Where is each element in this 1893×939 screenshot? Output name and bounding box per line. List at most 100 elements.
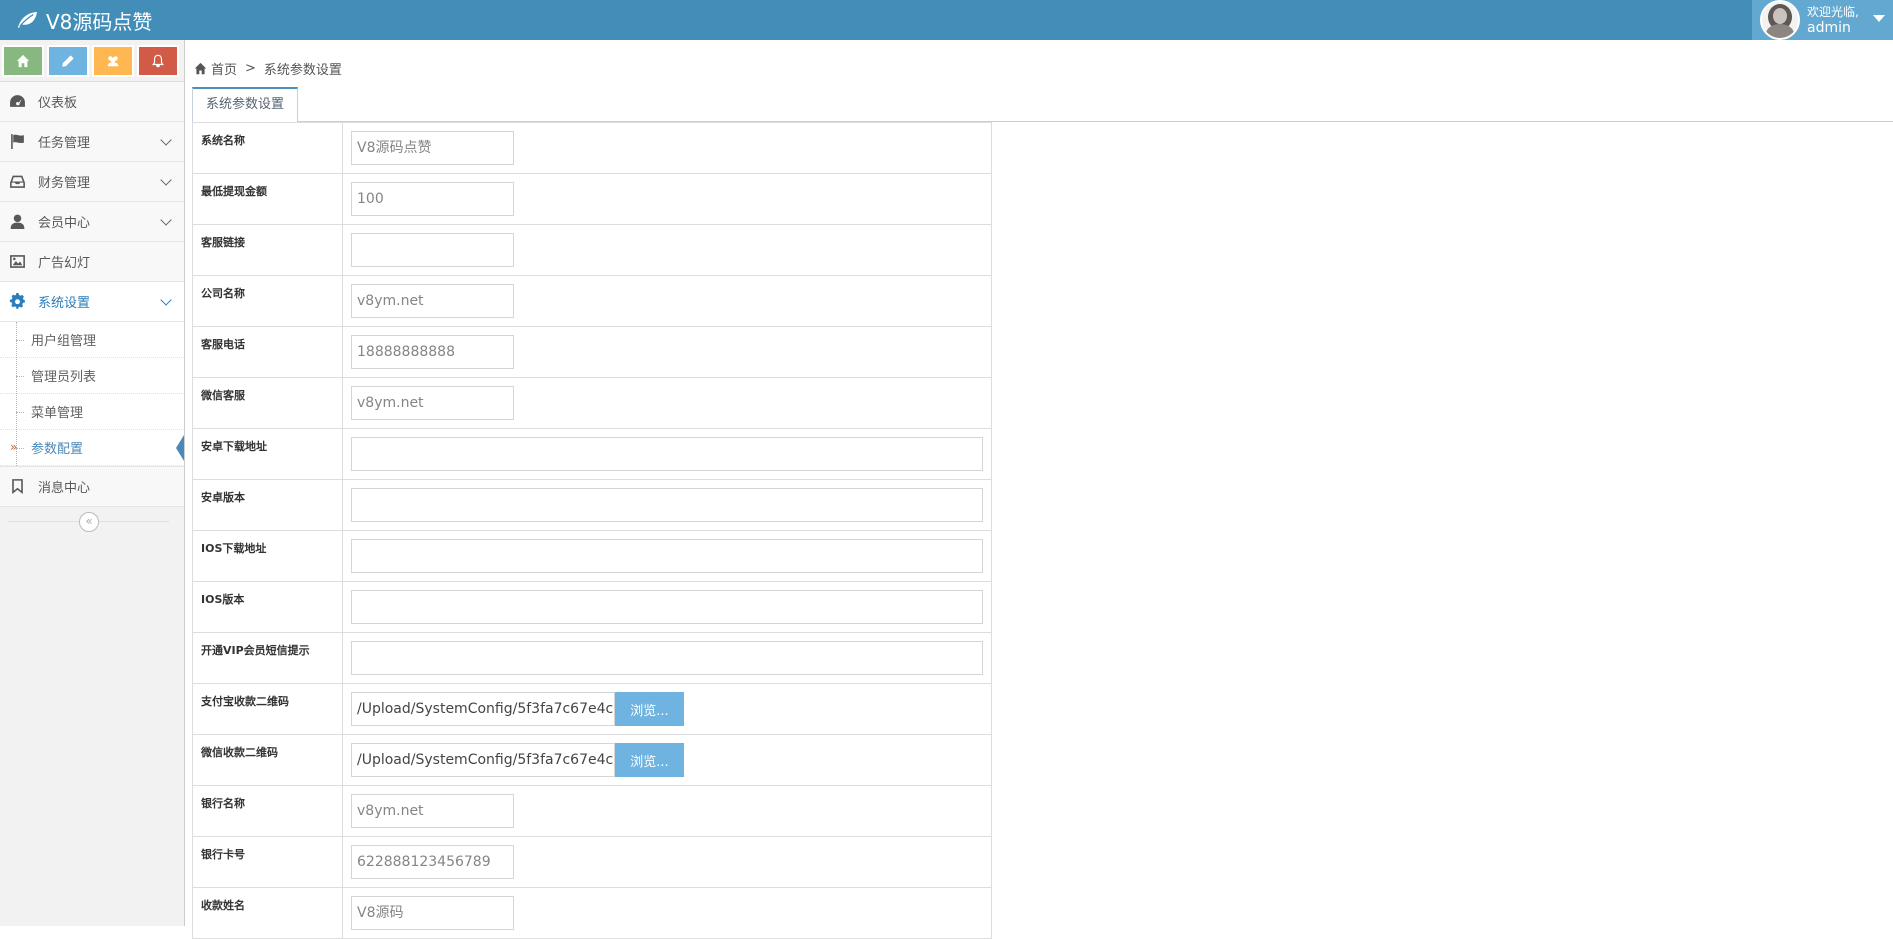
field-label: 客服电话 <box>192 326 343 378</box>
shortcut-home-button[interactable] <box>2 44 44 77</box>
field-cell <box>342 479 992 531</box>
text-input[interactable] <box>351 437 983 471</box>
collapse-sidebar-button[interactable]: « <box>79 512 99 532</box>
sidebar-item-system-settings[interactable]: 系统设置 <box>0 282 184 322</box>
field-cell <box>342 530 992 582</box>
shortcut-edit-button[interactable] <box>47 44 89 77</box>
form-row: IOS版本 <box>192 581 992 633</box>
field-cell: V8源码 <box>342 887 992 939</box>
sidebar-item-label: 消息中心 <box>38 481 91 496</box>
inbox-icon <box>9 175 25 188</box>
active-pointer <box>176 435 184 461</box>
field-label: 安卓版本 <box>192 479 343 531</box>
user-menu[interactable]: 欢迎光临, admin <box>1752 0 1893 40</box>
form-row: 微信收款二维码/Upload/SystemConfig/5f3fa7c67e4c… <box>192 734 992 786</box>
form-row: 开通VIP会员短信提示 <box>192 632 992 684</box>
file-path-input[interactable]: /Upload/SystemConfig/5f3fa7c67e4cc <box>351 743 615 777</box>
users-icon <box>107 55 119 66</box>
field-cell: V8源码点赞 <box>342 122 992 174</box>
shortcut-users-button[interactable] <box>92 44 134 77</box>
field-label: 银行名称 <box>192 785 343 837</box>
sidebar-item-menu-management[interactable]: 菜单管理 <box>0 394 184 430</box>
field-cell <box>342 224 992 276</box>
cog-icon <box>9 293 25 309</box>
shortcut-notifications-button[interactable] <box>137 44 179 77</box>
bell-icon <box>152 54 164 67</box>
sidebar-item-members[interactable]: 会员中心 <box>0 202 184 242</box>
browse-button[interactable]: 浏览... <box>615 692 684 726</box>
flag-icon <box>10 134 24 149</box>
sidebar-item-user-groups[interactable]: 用户组管理 <box>0 322 184 358</box>
text-input[interactable] <box>351 641 983 675</box>
dashboard-icon <box>9 95 25 107</box>
sidebar-collapse-bar: « <box>0 507 184 535</box>
browse-button[interactable]: 浏览... <box>615 743 684 777</box>
field-cell: v8ym.net <box>342 275 992 327</box>
field-cell <box>342 632 992 684</box>
text-input[interactable]: v8ym.net <box>351 386 514 420</box>
brand-title: V8源码点赞 <box>46 9 153 34</box>
text-input[interactable]: 18888888888 <box>351 335 514 369</box>
form-row: 银行名称 v8ym.net <box>192 785 992 837</box>
text-input[interactable]: 622888123456789 <box>351 845 514 879</box>
field-label: 公司名称 <box>192 275 343 327</box>
sidebar-item-parameter-config[interactable]: » 参数配置 <box>0 430 184 466</box>
sidebar-item-dashboard[interactable]: 仪表板 <box>0 82 184 122</box>
field-cell: v8ym.net <box>342 377 992 429</box>
sidebar-item-admin-list[interactable]: 管理员列表 <box>0 358 184 394</box>
field-cell: 622888123456789 <box>342 836 992 888</box>
field-label: 开通VIP会员短信提示 <box>192 632 343 684</box>
field-label: 银行卡号 <box>192 836 343 888</box>
sidebar-item-finance[interactable]: 财务管理 <box>0 162 184 202</box>
sidebar-item-ads[interactable]: 广告幻灯 <box>0 242 184 282</box>
brand[interactable]: V8源码点赞 <box>16 5 152 35</box>
sidebar-item-label: 仪表板 <box>38 96 78 111</box>
tab-system-params[interactable]: 系统参数设置 <box>192 87 299 123</box>
form-row: 系统名称 V8源码点赞 <box>192 122 992 174</box>
form-row: 安卓版本 <box>192 479 992 531</box>
chevron-down-icon <box>160 294 172 306</box>
text-input[interactable] <box>351 539 983 573</box>
form-row: 客服链接 <box>192 224 992 276</box>
text-input[interactable]: v8ym.net <box>351 794 514 828</box>
sidebar-item-messages[interactable]: 消息中心 <box>0 467 184 507</box>
chevron-down-icon <box>160 214 172 226</box>
text-input[interactable]: V8源码点赞 <box>351 131 514 165</box>
form-row: 收款姓名 V8源码 <box>192 887 992 939</box>
user-icon <box>10 214 24 229</box>
text-input[interactable]: V8源码 <box>351 896 514 930</box>
sidebar-item-label: 财务管理 <box>38 176 91 191</box>
field-cell: v8ym.net <box>342 785 992 837</box>
form-row: 银行卡号 622888123456789 <box>192 836 992 888</box>
submenu-label: 用户组管理 <box>31 334 97 349</box>
form-row: 支付宝收款二维码/Upload/SystemConfig/5f3fa7c67e4… <box>192 683 992 735</box>
sidebar-item-label: 系统设置 <box>38 296 91 311</box>
field-label: 客服链接 <box>192 224 343 276</box>
leaf-icon <box>18 11 37 29</box>
field-cell: 18888888888 <box>342 326 992 378</box>
field-cell <box>342 581 992 633</box>
text-input[interactable] <box>351 590 983 624</box>
top-navbar: V8源码点赞 欢迎光临, admin <box>0 0 1893 40</box>
field-label: 微信收款二维码 <box>192 734 343 786</box>
breadcrumb-current: 系统参数设置 <box>263 62 342 78</box>
field-label: 最低提现金额 <box>192 173 343 225</box>
field-label: IOS版本 <box>192 581 343 633</box>
chevron-down-icon <box>160 174 172 186</box>
submenu-label: 参数配置 <box>31 442 84 457</box>
text-input[interactable] <box>351 233 514 267</box>
home-icon <box>194 62 207 74</box>
file-path-input[interactable]: /Upload/SystemConfig/5f3fa7c67e4cc <box>351 692 615 726</box>
submenu-label: 管理员列表 <box>31 370 97 385</box>
field-cell: /Upload/SystemConfig/5f3fa7c67e4cc 浏览... <box>342 734 992 786</box>
sidebar: 仪表板 任务管理 财务管理 会员中心 广告幻灯 系统设置 用户组管理 管理员列表… <box>0 40 185 926</box>
form-row: 公司名称 v8ym.net <box>192 275 992 327</box>
text-input[interactable]: 100 <box>351 182 514 216</box>
text-input[interactable]: v8ym.net <box>351 284 514 318</box>
tab-bar: 系统参数设置 <box>192 86 1893 123</box>
field-label: IOS下载地址 <box>192 530 343 582</box>
home-icon <box>16 54 30 67</box>
text-input[interactable] <box>351 488 983 522</box>
breadcrumb-home-link[interactable]: 首页 <box>211 59 237 78</box>
sidebar-item-tasks[interactable]: 任务管理 <box>0 122 184 162</box>
